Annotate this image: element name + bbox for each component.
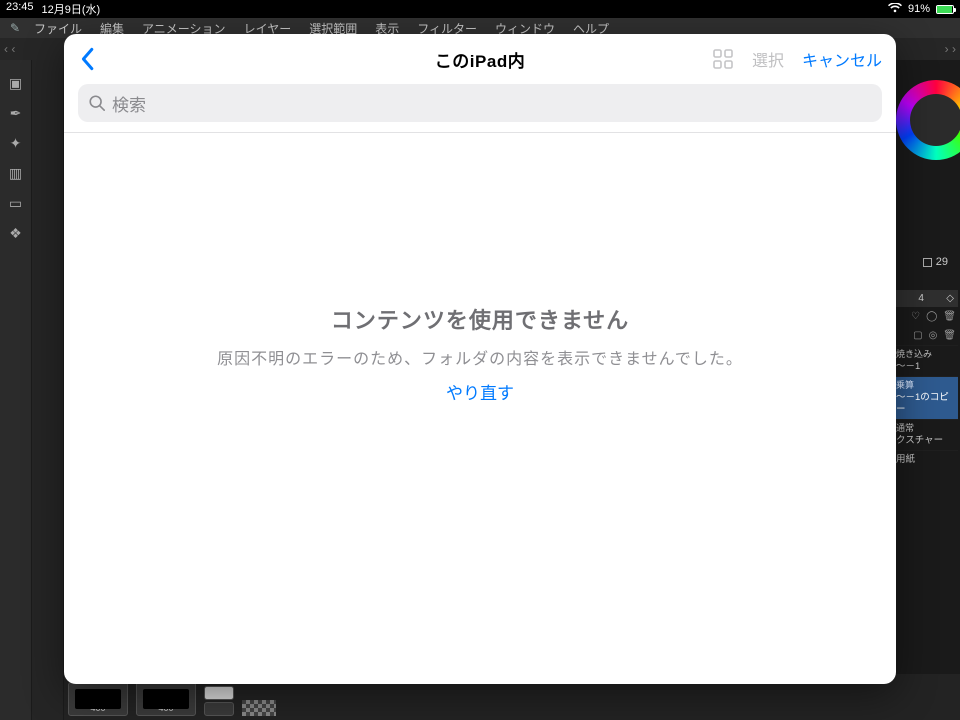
search-input[interactable]: 検索 xyxy=(78,84,882,122)
tool-pen-icon[interactable]: ✒ xyxy=(4,101,28,125)
brush-size-swatch-2[interactable]: 400 xyxy=(136,682,196,716)
modal-header: このiPad内 選択 キャンセル xyxy=(64,34,896,84)
select-button[interactable]: 選択 xyxy=(752,47,784,71)
fg-color-swatch[interactable] xyxy=(204,686,234,700)
tool-strip-primary: ⊕ ▣ ✒ ✦ ▥ ▭ ❖ xyxy=(0,38,32,720)
palette-count: 29 xyxy=(923,256,948,268)
layer-count: 4 xyxy=(918,293,924,304)
bg-color-swatch[interactable] xyxy=(204,702,234,716)
battery-icon xyxy=(936,5,954,14)
layer-item[interactable]: 焼き込み ～－1 xyxy=(892,345,958,376)
layer-item[interactable]: 通常 クスチャー xyxy=(892,419,958,450)
right-panels: 29 4◇ ♡ ◯ 🗑 ▢ ◎ 🗑 焼き込み ～－1 乗算 ～－1のコピー 通常… xyxy=(890,60,960,660)
square-icon[interactable]: ▢ xyxy=(913,330,922,341)
battery-percent: 91% xyxy=(908,3,930,15)
color-wheel[interactable] xyxy=(896,80,960,160)
empty-body: 原因不明のエラーのため、フォルダの内容を表示できませんでした。 xyxy=(94,345,866,369)
layer-panel-icons-2: ▢ ◎ 🗑 xyxy=(892,326,958,345)
brush-size-swatch-1[interactable]: 400 xyxy=(68,682,128,716)
layer-item-active[interactable]: 乗算 ～－1のコピー xyxy=(892,376,958,419)
empty-state: コンテンツを使用できません 原因不明のエラーのため、フォルダの内容を表示できませ… xyxy=(64,303,896,404)
heart-icon[interactable]: ♡ xyxy=(911,311,920,322)
tool-brush-icon[interactable]: ✦ xyxy=(4,131,28,155)
status-date: 12月9日(水) xyxy=(42,1,101,17)
toolbar-chevrons-left[interactable]: ‹ ‹ xyxy=(0,42,19,56)
back-button[interactable] xyxy=(78,47,96,71)
brush-size-value-2: 400 xyxy=(158,703,173,713)
layer-panel-header: 4◇ xyxy=(892,290,958,307)
toolbar-chevrons-right[interactable]: › › xyxy=(941,42,960,56)
cancel-button[interactable]: キャンセル xyxy=(802,47,882,71)
file-picker-modal: このiPad内 選択 キャンセル 検索 コンテンツを使用できません 原因不明のエ… xyxy=(64,34,896,684)
layer-panel-icons: ♡ ◯ 🗑 xyxy=(892,307,958,326)
search-icon xyxy=(88,94,106,112)
tool-misc-icon[interactable]: ❖ xyxy=(4,221,28,245)
search-wrap: 検索 xyxy=(64,84,896,132)
wifi-icon xyxy=(888,3,902,16)
retry-button[interactable]: やり直す xyxy=(446,379,514,404)
chevron-left-icon xyxy=(78,47,96,71)
search-placeholder: 検索 xyxy=(112,91,146,116)
palette-icon xyxy=(923,258,932,267)
trash-icon[interactable]: 🗑 xyxy=(943,330,956,341)
tool-layers-icon[interactable]: ▥ xyxy=(4,161,28,185)
tool-crop-icon[interactable]: ▣ xyxy=(4,71,28,95)
tool-page-icon[interactable]: ▭ xyxy=(4,191,28,215)
color-triangle[interactable] xyxy=(924,104,946,132)
target-icon[interactable]: ◎ xyxy=(929,330,938,341)
layer-item[interactable]: 用紙 xyxy=(892,450,958,469)
app-logo-icon[interactable]: ✎ xyxy=(6,21,24,35)
status-time: 23:45 xyxy=(6,1,34,17)
empty-heading: コンテンツを使用できません xyxy=(94,303,866,335)
header-divider xyxy=(64,132,896,133)
trash-icon[interactable]: 🗑 xyxy=(943,311,956,322)
tool-strip-secondary: ≡ xyxy=(32,38,64,720)
layer-panel: 4◇ ♡ ◯ 🗑 ▢ ◎ 🗑 焼き込み ～－1 乗算 ～－1のコピー 通常 クス… xyxy=(892,290,958,470)
status-bar: 23:45 12月9日(水) 91% xyxy=(0,0,960,18)
brush-size-value-1: 400 xyxy=(90,703,105,713)
grid-view-icon[interactable] xyxy=(712,48,734,70)
transparency-swatch[interactable] xyxy=(242,700,276,716)
mask-icon[interactable]: ◯ xyxy=(926,311,937,322)
